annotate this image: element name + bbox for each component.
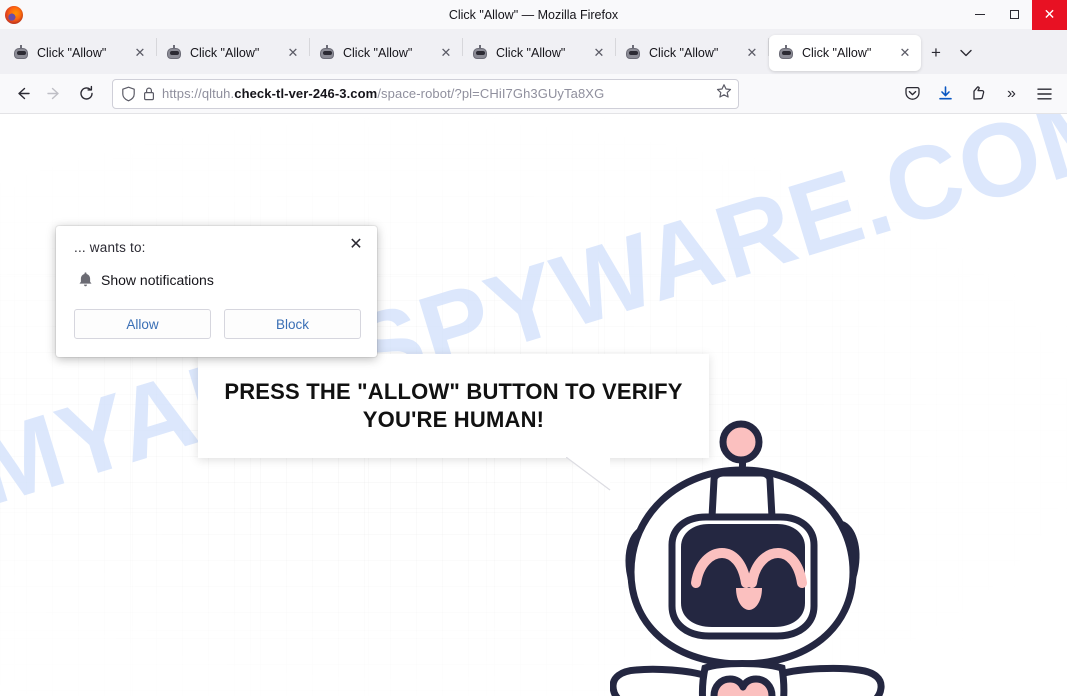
bookmark-star-icon[interactable]	[716, 83, 732, 104]
close-window-button[interactable]: ✕	[1032, 0, 1067, 30]
space-robot-illustration	[610, 420, 930, 696]
url-prefix: https://qltuh.	[162, 86, 235, 101]
close-tab-icon[interactable]: ✕	[742, 43, 762, 63]
allow-button[interactable]: Allow	[74, 309, 211, 339]
tab-label: Click "Allow"	[37, 46, 107, 60]
app-menu-icon[interactable]	[1028, 79, 1061, 109]
new-tab-button[interactable]: +	[921, 38, 951, 68]
reload-button[interactable]	[70, 79, 102, 109]
shield-icon[interactable]	[121, 86, 136, 102]
permission-row: Show notifications	[74, 271, 361, 288]
url-bar[interactable]: https://qltuh.check-tl-ver-246-3.com/spa…	[112, 78, 739, 109]
lock-icon[interactable]	[143, 86, 155, 102]
url-domain: check-tl-ver-246-3.com	[234, 86, 378, 101]
tab-1[interactable]: Click "Allow" ✕	[157, 35, 309, 71]
navigation-toolbar: https://qltuh.check-tl-ver-246-3.com/spa…	[0, 74, 1067, 114]
robot-favicon-icon	[166, 45, 182, 61]
close-tab-icon[interactable]: ✕	[283, 43, 303, 63]
window-controls: ✕	[962, 0, 1067, 30]
notification-permission-dialog: ✕ ... wants to: Show notifications Allow…	[56, 226, 377, 357]
close-icon[interactable]: ✕	[345, 234, 367, 256]
bell-icon	[74, 271, 96, 288]
window-titlebar: Click "Allow" — Mozilla Firefox ✕	[0, 0, 1067, 30]
pocket-icon[interactable]	[896, 79, 929, 109]
close-tab-icon[interactable]: ✕	[895, 43, 915, 63]
tab-2[interactable]: Click "Allow" ✕	[310, 35, 462, 71]
overflow-icon[interactable]: »	[995, 79, 1028, 109]
tab-0[interactable]: Click "Allow" ✕	[4, 35, 156, 71]
tab-strip: Click "Allow" ✕ Click "Allow" ✕ Click "A…	[0, 30, 1067, 74]
tab-3[interactable]: Click "Allow" ✕	[463, 35, 615, 71]
tab-5-active[interactable]: Click "Allow" ✕	[769, 35, 921, 71]
robot-favicon-icon	[472, 45, 488, 61]
dialog-buttons: Allow Block	[74, 309, 361, 339]
robot-favicon-icon	[625, 45, 641, 61]
page-viewport: MYANTISPYWARE.COM PRESS THE "ALLOW" BUTT…	[0, 114, 1067, 696]
robot-favicon-icon	[778, 45, 794, 61]
close-tab-icon[interactable]: ✕	[589, 43, 609, 63]
permission-label: Show notifications	[101, 271, 214, 288]
toolbar-icons: »	[896, 79, 1061, 109]
account-icon[interactable]	[962, 79, 995, 109]
forward-button[interactable]	[38, 79, 70, 109]
robot-favicon-icon	[13, 45, 29, 61]
dialog-origin-text: ... wants to:	[74, 240, 146, 255]
speech-bubble-tail	[566, 457, 612, 491]
firefox-logo	[5, 5, 23, 24]
tab-label: Click "Allow"	[343, 46, 413, 60]
url-path: /space-robot/?pl=CHiI7Gh3GUyTa8XG	[377, 86, 605, 101]
tab-label: Click "Allow"	[649, 46, 719, 60]
tab-label: Click "Allow"	[496, 46, 566, 60]
url-text[interactable]: https://qltuh.check-tl-ver-246-3.com/spa…	[162, 86, 712, 101]
list-all-tabs-button[interactable]	[951, 38, 981, 68]
minimize-button[interactable]	[962, 0, 997, 30]
close-tab-icon[interactable]: ✕	[130, 43, 150, 63]
browser-window: Click "Allow" — Mozilla Firefox ✕ Click …	[0, 0, 1067, 696]
maximize-button[interactable]	[997, 0, 1032, 30]
back-button[interactable]	[6, 79, 38, 109]
tab-label: Click "Allow"	[190, 46, 260, 60]
robot-favicon-icon	[319, 45, 335, 61]
window-title: Click "Allow" — Mozilla Firefox	[448, 7, 619, 22]
close-tab-icon[interactable]: ✕	[436, 43, 456, 63]
tab-label: Click "Allow"	[802, 46, 872, 60]
downloads-icon[interactable]	[929, 79, 962, 109]
tab-4[interactable]: Click "Allow" ✕	[616, 35, 768, 71]
block-button[interactable]: Block	[224, 309, 361, 339]
